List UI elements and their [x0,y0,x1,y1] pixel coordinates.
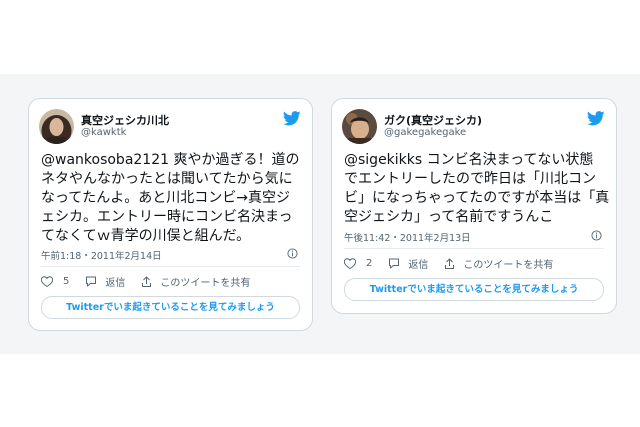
tweet-actions: 5 返信 このツイートを共有 [41,274,250,289]
share-icon [142,276,152,287]
info-icon[interactable] [287,248,298,259]
heart-icon [41,276,53,287]
like-button[interactable]: 5 [41,276,69,287]
avatar[interactable] [39,109,74,144]
like-count: 2 [366,258,373,269]
display-name[interactable]: ガク(真空ジェシカ) [384,112,482,128]
info-icon[interactable] [591,230,602,241]
tweet-text-line: @wankosoba2121 爽やか過ぎる！道の [41,152,300,168]
tweet-text-line: なってたんよ。あと川北コンビ→真空ジ [41,190,291,206]
tweet-text: @wankosoba2121 爽やか過ぎる！道の ネタやんなかったとは聞いてたか… [41,151,299,246]
user-handle[interactable]: @gakegakegake [384,127,466,138]
share-label: このツイートを共有 [160,278,251,289]
avatar[interactable] [342,109,377,144]
reply-label: 返信 [408,260,429,271]
reply-button[interactable]: 返信 [388,256,428,271]
display-name[interactable]: 真空ジェシカ川北 [81,112,169,128]
tweet-timestamp[interactable]: 午前1:18・2011年2月14日 [41,248,162,262]
tweet-text-line: @sigekikks コンビ名決まってない状態 [344,152,594,168]
tweet-text-line: ネタやんなかったとは聞いてたから気に [41,171,293,187]
reply-icon [389,258,400,269]
tweet-text: @sigekikks コンビ名決まってない状態 でエントリーしたので昨日は「川北… [344,151,609,227]
tweet-text-line: てなくてｗ青学の川俣と組んだ。 [41,228,251,244]
tweet-card-kawktk[interactable]: 真空ジェシカ川北 @kawktk @wankosoba2121 爽やか過ぎる！道… [28,98,313,331]
like-button[interactable]: 2 [344,258,372,269]
share-button[interactable]: このツイートを共有 [444,256,553,271]
heart-icon [344,258,356,269]
tweet-text-line: でエントリーしたので昨日は「川北コン [344,171,596,187]
tweet-actions: 2 返信 このツイートを共有 [344,256,553,271]
reply-label: 返信 [105,278,126,289]
twitter-cta-button[interactable]: Twitterでいま起きていることを見てみましょう [344,278,604,301]
tweet-text-line: ェシカ。エントリー時にコンビ名決まっ [41,209,293,225]
twitter-bird-icon[interactable] [587,111,605,126]
twitter-bird-icon[interactable] [283,111,301,126]
divider [41,266,300,267]
divider [344,248,604,249]
tweet-text-line: 空ジェシカ」って名前ですうんこ [344,209,554,225]
user-handle[interactable]: @kawktk [81,127,126,138]
reply-button[interactable]: 返信 [85,274,125,289]
share-button[interactable]: このツイートを共有 [141,274,250,289]
reply-icon [86,276,97,287]
like-count: 5 [63,276,70,287]
share-label: このツイートを共有 [463,260,554,271]
twitter-cta-button[interactable]: Twitterでいま起きていることを見てみましょう [41,296,300,319]
share-icon [445,258,455,269]
tweet-card-gakegakegake[interactable]: ガク(真空ジェシカ) @gakegakegake @sigekikks コンビ名… [331,98,617,314]
tweet-timestamp[interactable]: 午後11:42・2011年2月13日 [344,230,471,244]
tweet-text-line: ビ」になっちゃってたのですが本当は「真 [344,190,610,206]
